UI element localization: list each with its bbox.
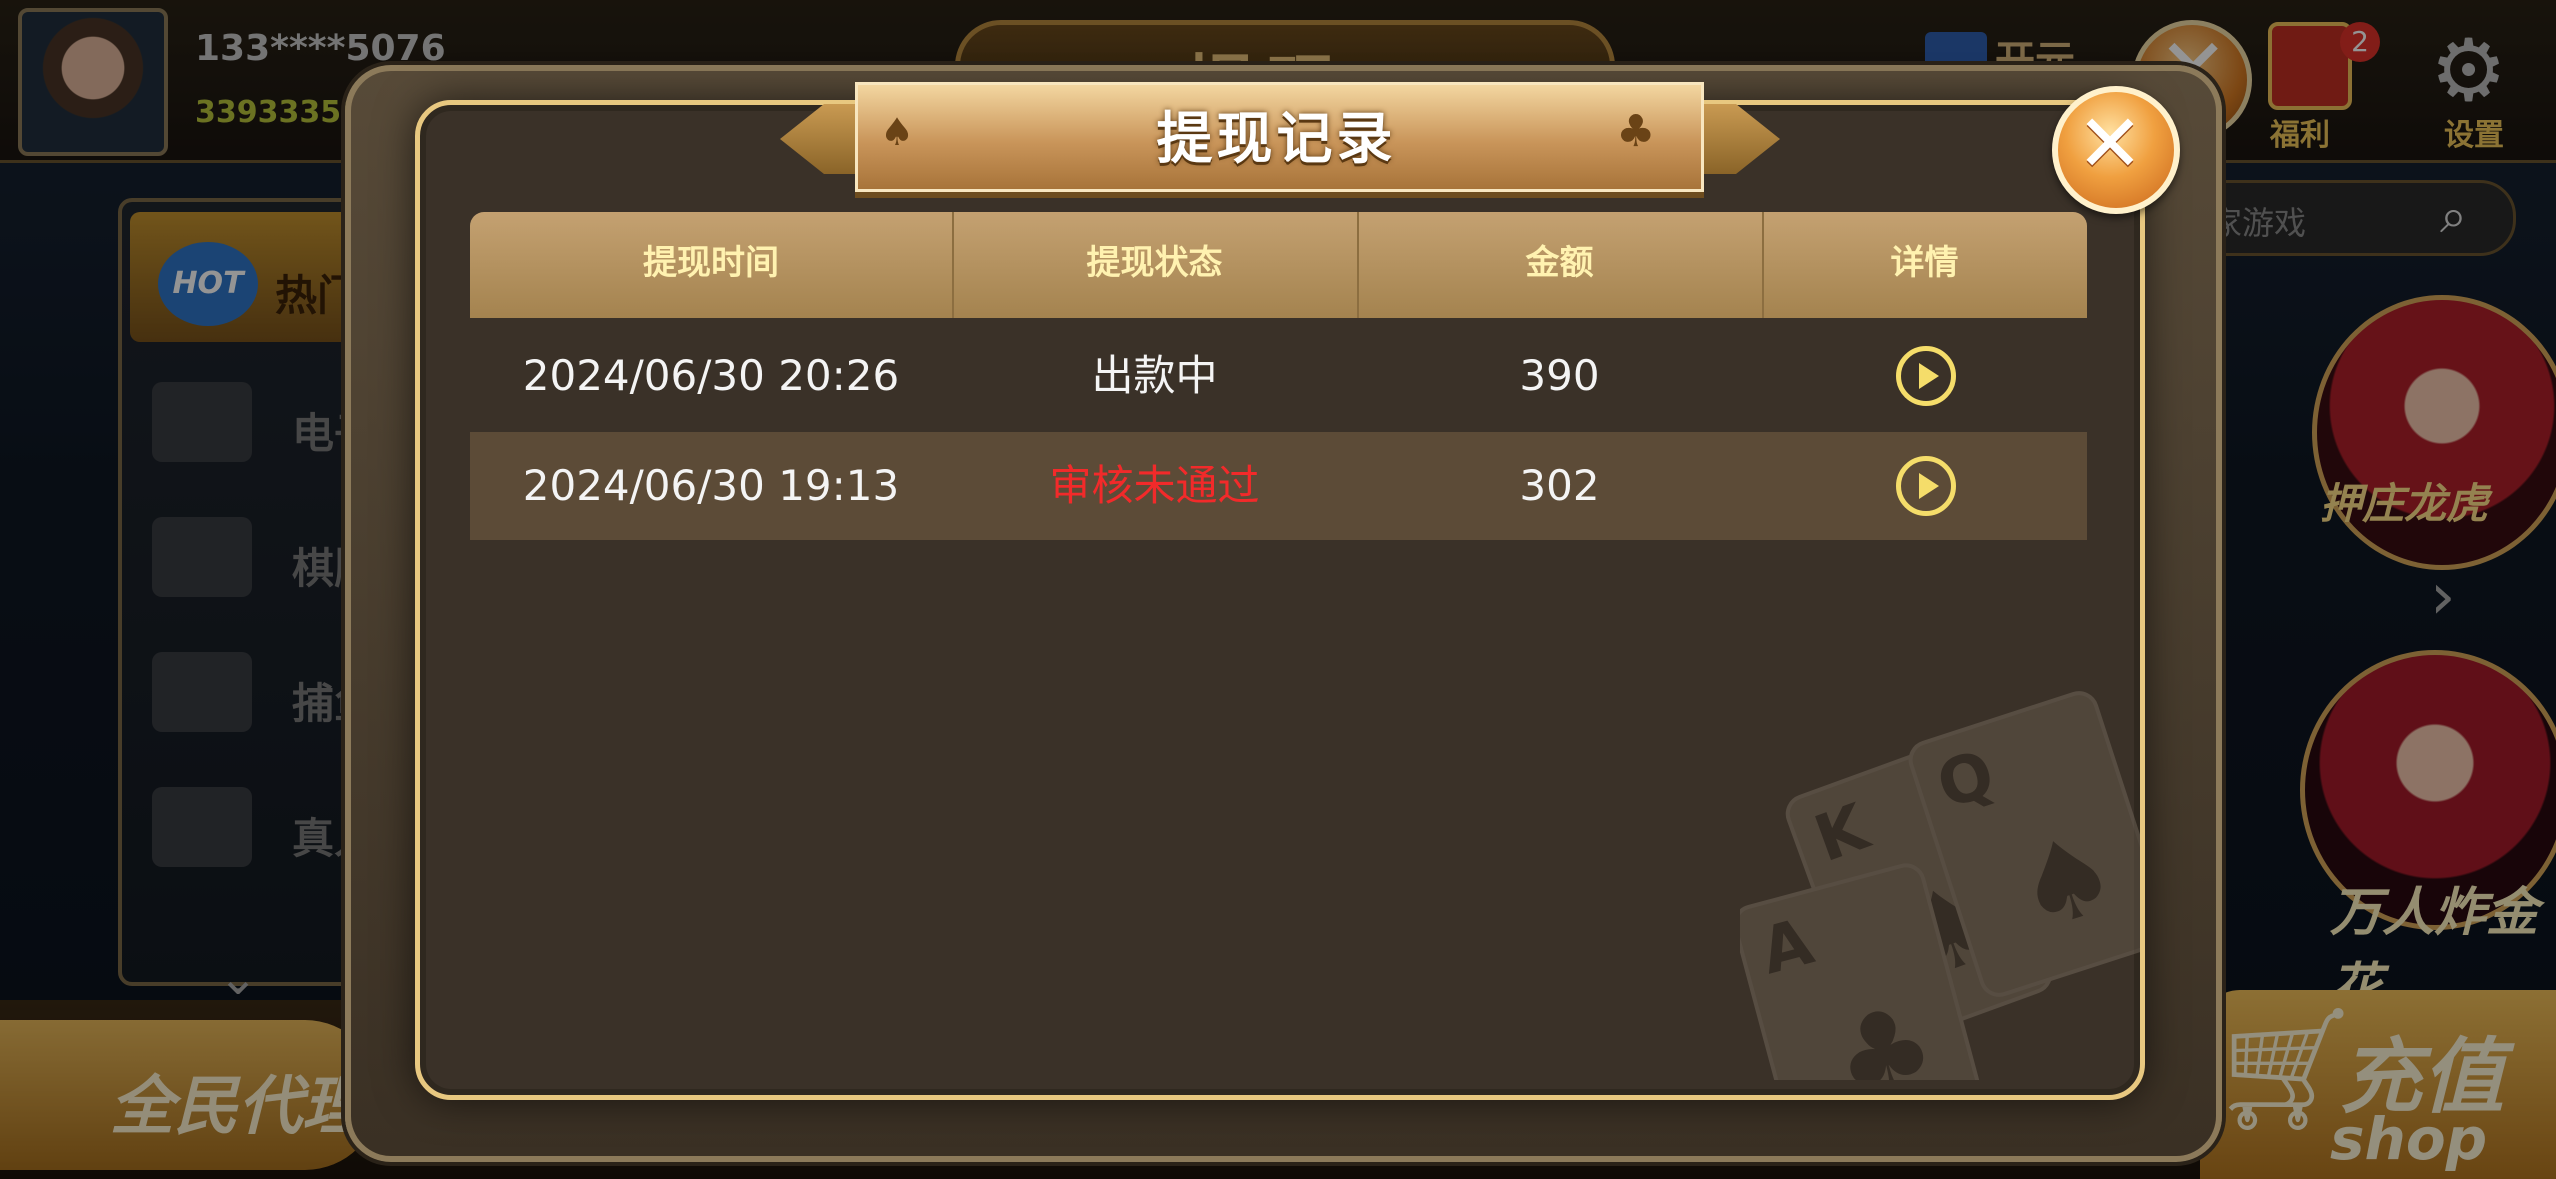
table-row: 2024/06/30 20:26 出款中 390	[470, 322, 2087, 430]
row-time: 2024/06/30 20:26	[522, 351, 900, 400]
close-icon: ✕	[2076, 97, 2144, 190]
dialog-title: 提现记录	[1156, 107, 1397, 172]
column-header-detail: 详情	[1890, 243, 1959, 283]
row-amount: 390	[1519, 351, 1600, 400]
column-header-status: 提现状态	[1086, 243, 1223, 283]
row-status: 出款中	[1091, 351, 1218, 400]
column-header-time: 提现时间	[643, 243, 779, 283]
row-time: 2024/06/30 19:13	[522, 461, 900, 510]
play-circle-icon[interactable]	[1896, 346, 1956, 406]
table-row: 2024/06/30 19:13 审核未通过 302	[470, 432, 2087, 540]
column-header-amount: 金额	[1525, 243, 1594, 283]
row-amount: 302	[1519, 461, 1600, 510]
playing-cards-watermark: K ♠ Q ♠ A ♣	[1740, 680, 2140, 1080]
play-circle-icon[interactable]	[1896, 456, 1956, 516]
row-status: 审核未通过	[1049, 461, 1260, 510]
